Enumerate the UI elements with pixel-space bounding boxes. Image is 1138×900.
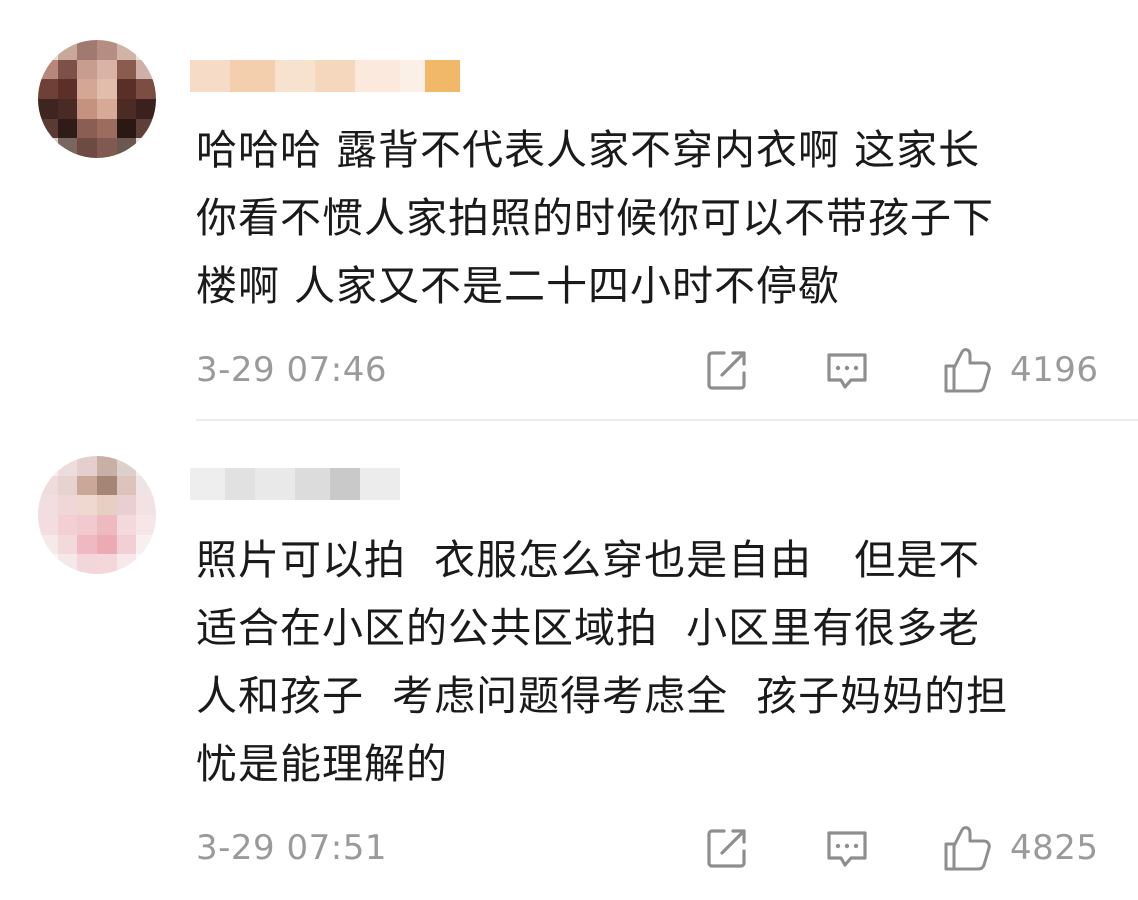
- like-count: 4825: [1010, 828, 1099, 868]
- username[interactable]: [190, 60, 460, 92]
- timestamp: 3-29 07:51: [196, 828, 387, 868]
- reply-icon: [827, 353, 867, 389]
- reply-button[interactable]: [824, 824, 870, 872]
- like-button[interactable]: 4825: [942, 824, 1099, 872]
- username[interactable]: [190, 468, 400, 500]
- share-icon: [707, 351, 746, 390]
- like-count: 4196: [1010, 350, 1099, 390]
- share-icon: [707, 829, 746, 868]
- avatar[interactable]: [38, 40, 156, 158]
- reply-icon: [827, 831, 867, 867]
- comment-item: 哈哈哈 露背不代表人家不穿内衣啊 这家长 你看不惯人家拍照的时候你可以不带孩子下…: [0, 0, 1138, 421]
- comment-text: 照片可以拍 衣服怎么穿也是自由 但是不 适合在小区的公共区域拍 小区里有很多老 …: [196, 536, 1009, 788]
- avatar[interactable]: [38, 456, 156, 574]
- timestamp: 3-29 07:46: [196, 350, 387, 390]
- share-button[interactable]: [704, 824, 750, 872]
- comment-text: 哈哈哈 露背不代表人家不穿内衣啊 这家长 你看不惯人家拍照的时候你可以不带孩子下…: [196, 126, 994, 310]
- reply-button[interactable]: [824, 346, 870, 394]
- share-button[interactable]: [704, 346, 750, 394]
- like-button[interactable]: 4196: [942, 346, 1099, 394]
- like-icon: [944, 348, 991, 393]
- like-icon: [944, 826, 991, 871]
- comment-meta: 3-29 07:46 4196: [196, 346, 1101, 394]
- comment-meta: 3-29 07:51 4825: [196, 824, 1101, 872]
- comment-item: 照片可以拍 衣服怎么穿也是自由 但是不 适合在小区的公共区域拍 小区里有很多老 …: [0, 420, 1138, 900]
